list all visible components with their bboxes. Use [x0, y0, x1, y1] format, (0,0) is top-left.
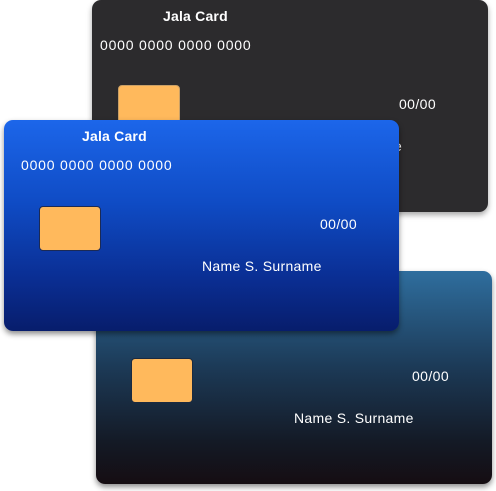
chip-icon	[39, 206, 101, 251]
card-expiry: 00/00	[412, 368, 450, 384]
chip-icon	[131, 358, 193, 403]
card-front-blue[interactable]: Jala Card 0000 0000 0000 0000 00/00 Name…	[4, 120, 399, 331]
card-holder-name: Name S. Surname	[202, 258, 322, 274]
card-brand-label: Jala Card	[82, 128, 147, 144]
card-number: 0000 0000 0000 0000	[21, 157, 173, 173]
card-expiry: 00/00	[320, 216, 358, 232]
card-number: 0000 0000 0000 0000	[100, 37, 252, 53]
card-holder-name: Name S. Surname	[294, 410, 414, 426]
card-expiry: 00/00	[399, 96, 437, 112]
card-brand-label: Jala Card	[163, 8, 228, 24]
card-stack: Jala Card 0000 0000 0000 0000 00/00 e 00…	[0, 0, 496, 491]
